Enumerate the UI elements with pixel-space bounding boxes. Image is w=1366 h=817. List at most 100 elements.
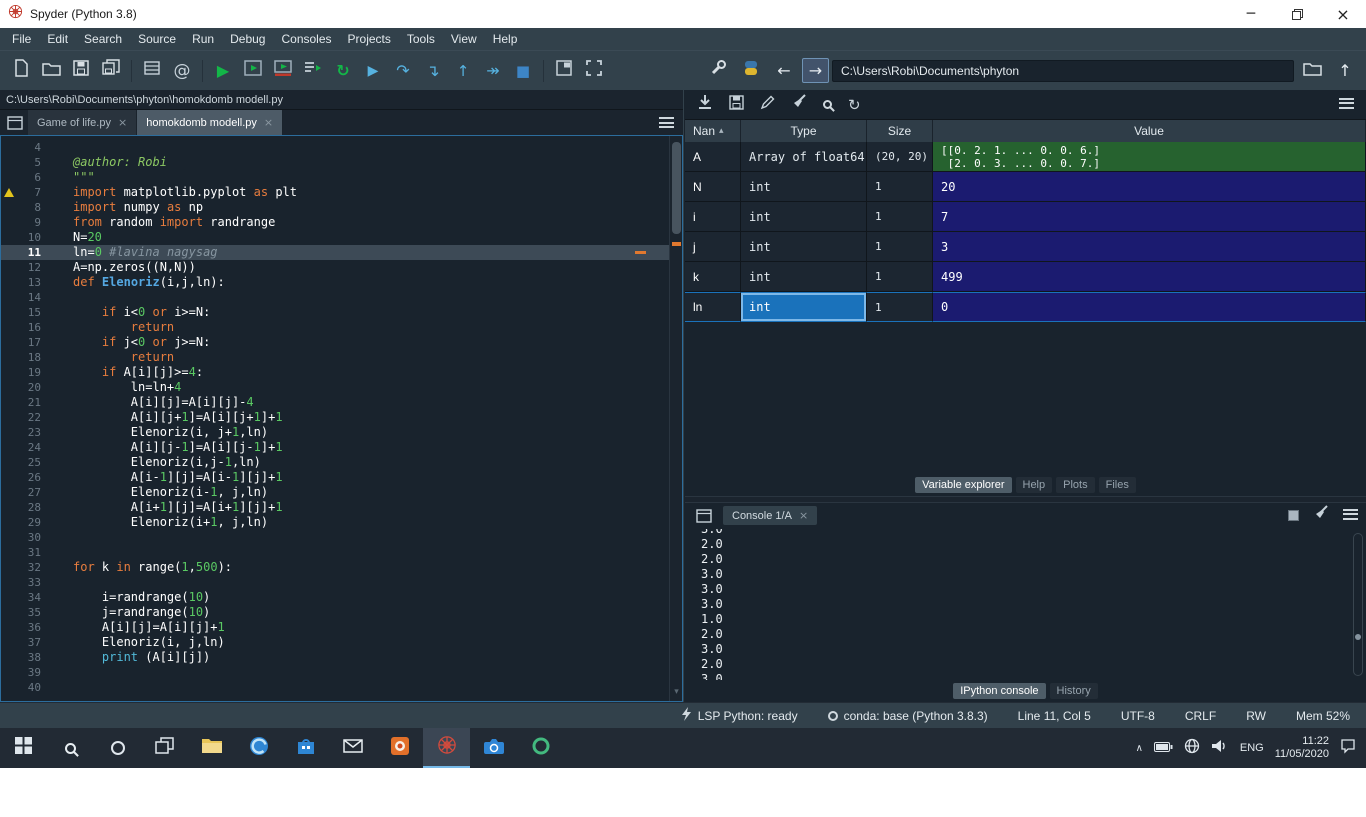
battery-icon[interactable] (1154, 739, 1173, 757)
menu-view[interactable]: View (443, 32, 485, 46)
code-line[interactable]: 39 (1, 665, 682, 680)
pencil-icon[interactable] (760, 95, 775, 115)
file-switcher-icon[interactable] (4, 116, 26, 130)
remove-variables-button[interactable] (791, 94, 807, 115)
code-line[interactable]: 16 return (1, 320, 682, 335)
run-cell-advance-button[interactable] (268, 56, 298, 86)
import-data-button[interactable] (697, 94, 713, 115)
menu-help[interactable]: Help (485, 32, 526, 46)
back-button[interactable]: ← (769, 56, 799, 86)
menu-tools[interactable]: Tools (399, 32, 443, 46)
menu-debug[interactable]: Debug (222, 32, 273, 46)
menu-search[interactable]: Search (76, 32, 130, 46)
code-line[interactable]: 7import matplotlib.pyplot as plt (1, 185, 682, 200)
store-button[interactable] (282, 728, 329, 768)
file-explorer-button[interactable] (188, 728, 235, 768)
variable-row-N[interactable]: Nint120 (685, 172, 1366, 202)
code-line[interactable]: 10N=20 (1, 230, 682, 245)
menu-consoles[interactable]: Consoles (273, 32, 339, 46)
code-line[interactable]: 22 A[i][j+1]=A[i][j+1]+1 (1, 410, 682, 425)
maximize-pane-button[interactable] (549, 56, 579, 86)
search-variables-button[interactable] (823, 96, 832, 114)
code-line[interactable]: 29 Elenoriz(i+1, j,ln) (1, 515, 682, 530)
file-switcher-button[interactable] (137, 56, 167, 86)
step-over-button[interactable]: ↷ (388, 56, 418, 86)
camera-button[interactable] (470, 728, 517, 768)
code-line[interactable]: 18 return (1, 350, 682, 365)
menu-source[interactable]: Source (130, 32, 184, 46)
parent-directory-button[interactable]: ↑ (1330, 56, 1360, 86)
run-cell-button[interactable] (238, 56, 268, 86)
tab-files[interactable]: Files (1099, 477, 1136, 493)
code-line[interactable]: 37 Elenoriz(i, j,ln) (1, 635, 682, 650)
tray-chevron-icon[interactable]: ∧ (1136, 743, 1143, 754)
mail-button[interactable] (329, 728, 376, 768)
editor-tab[interactable]: Game of life.py× (28, 110, 137, 135)
task-view-button[interactable] (141, 728, 188, 768)
code-line[interactable]: 9from random import randrange (1, 215, 682, 230)
code-line[interactable]: 14 (1, 290, 682, 305)
tab-ipython-console[interactable]: IPython console (953, 683, 1045, 699)
console-tab[interactable]: Console 1/A × (723, 506, 817, 525)
python-env-button[interactable] (736, 56, 766, 86)
cortana-button[interactable] (94, 728, 141, 768)
column-header-type[interactable]: Type (741, 120, 867, 142)
fullscreen-button[interactable] (579, 56, 609, 86)
scrollbar-thumb[interactable] (672, 142, 681, 234)
forward-button[interactable]: → (802, 58, 829, 83)
variable-row-ln[interactable]: lnint10 (685, 292, 1366, 322)
spyder-taskbar-button[interactable] (423, 728, 470, 768)
code-line[interactable]: 27 Elenoriz(i-1, j,ln) (1, 485, 682, 500)
symbol-finder-button[interactable]: @ (167, 56, 197, 86)
close-button[interactable]: × (1320, 0, 1366, 28)
scrollbar-down-icon[interactable]: ▾ (670, 685, 683, 700)
tab-plots[interactable]: Plots (1056, 477, 1094, 493)
anaconda-navigator-button[interactable] (517, 728, 564, 768)
action-center-icon[interactable] (1340, 738, 1356, 759)
code-line[interactable]: 33 (1, 575, 682, 590)
code-line[interactable]: 34 i=randrange(10) (1, 590, 682, 605)
working-directory-input[interactable] (832, 60, 1294, 82)
stop-debug-button[interactable]: ■ (508, 56, 538, 86)
editor-tab[interactable]: homokdomb modell.py× (137, 110, 283, 135)
save-button[interactable] (66, 56, 96, 86)
rerun-cell-button[interactable]: ↻ (328, 56, 358, 86)
restore-button[interactable] (1274, 0, 1320, 28)
code-line[interactable]: 15 if i<0 or i>=N: (1, 305, 682, 320)
close-console-icon[interactable]: × (799, 509, 808, 522)
start-button[interactable] (0, 728, 47, 768)
edge-button[interactable] (235, 728, 282, 768)
clear-console-button[interactable] (1313, 505, 1329, 526)
interrupt-kernel-icon[interactable] (1288, 510, 1299, 521)
code-line[interactable]: 21 A[i][j]=A[i][j]-4 (1, 395, 682, 410)
code-line[interactable]: 5@author: Robi (1, 155, 682, 170)
network-icon[interactable] (1184, 738, 1200, 759)
code-line[interactable]: 13def Elenoriz(i,j,ln): (1, 275, 682, 290)
column-header-value[interactable]: Value (933, 120, 1366, 142)
open-file-button[interactable] (36, 56, 66, 86)
continue-button[interactable]: ↠ (478, 56, 508, 86)
menu-run[interactable]: Run (184, 32, 222, 46)
code-line[interactable]: 23 Elenoriz(i, j+1,ln) (1, 425, 682, 440)
console-pane-icon[interactable] (693, 509, 715, 523)
code-line[interactable]: 8import numpy as np (1, 200, 682, 215)
variable-table[interactable]: Nan▴TypeSizeValue AArray of float64(20, … (685, 120, 1366, 322)
refresh-button[interactable]: ↻ (848, 96, 861, 114)
run-selection-button[interactable] (298, 56, 328, 86)
step-return-button[interactable]: ↑ (448, 56, 478, 86)
console-scrollbar-thumb[interactable] (1355, 634, 1361, 640)
save-all-button[interactable] (96, 56, 126, 86)
taskbar-search-button[interactable] (47, 728, 94, 768)
variable-row-i[interactable]: iint17 (685, 202, 1366, 232)
code-line[interactable]: 26 A[i-1][j]=A[i-1][j]+1 (1, 470, 682, 485)
code-line[interactable]: 12A=np.zeros((N,N)) (1, 260, 682, 275)
close-tab-icon[interactable]: × (264, 116, 273, 129)
new-file-button[interactable] (6, 56, 36, 86)
close-tab-icon[interactable]: × (118, 116, 127, 129)
open-directory-button[interactable] (1297, 56, 1327, 86)
tab-variable-explorer[interactable]: Variable explorer (915, 477, 1011, 493)
console-options-button[interactable] (1343, 507, 1358, 525)
variable-explorer-options-button[interactable] (1339, 96, 1354, 114)
code-line[interactable]: 31 (1, 545, 682, 560)
column-header-nan[interactable]: Nan▴ (685, 120, 741, 142)
